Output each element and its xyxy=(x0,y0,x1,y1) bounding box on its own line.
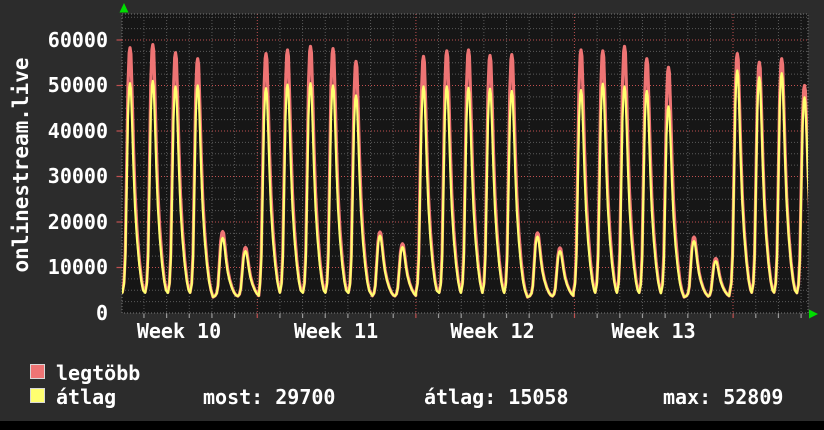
week-label: Week 10 xyxy=(136,319,222,343)
axis-arrow-right-icon xyxy=(809,309,818,319)
stat-max: max: 52809 xyxy=(663,385,784,409)
legend-swatch-atlag xyxy=(30,388,45,403)
bottom-black-bar xyxy=(0,421,824,430)
rrd-graph-page: { "title_vertical": "onlinestream.live",… xyxy=(0,0,824,430)
y-tick-label: 0 xyxy=(95,300,108,325)
week-label: Week 11 xyxy=(293,319,379,343)
legend-label-atlag: átlag xyxy=(56,385,117,409)
week-label: Week 13 xyxy=(611,319,696,343)
y-tick-label: 20000 xyxy=(47,209,108,234)
stat-atlag: átlag: 15058 xyxy=(424,385,569,409)
y-tick-label: 50000 xyxy=(47,73,108,97)
axis-arrow-up-icon xyxy=(119,3,129,13)
legend-label-legtobb: legtöbb xyxy=(56,361,141,385)
y-tick-label: 40000 xyxy=(47,118,108,143)
y-tick-label: 60000 xyxy=(47,27,108,52)
stat-most: most: 29700 xyxy=(203,385,336,409)
legend-swatch-legtobb xyxy=(30,364,45,379)
y-tick-label: 30000 xyxy=(47,164,108,188)
y-tick-label: 10000 xyxy=(47,255,108,279)
week-label: Week 12 xyxy=(450,319,535,343)
